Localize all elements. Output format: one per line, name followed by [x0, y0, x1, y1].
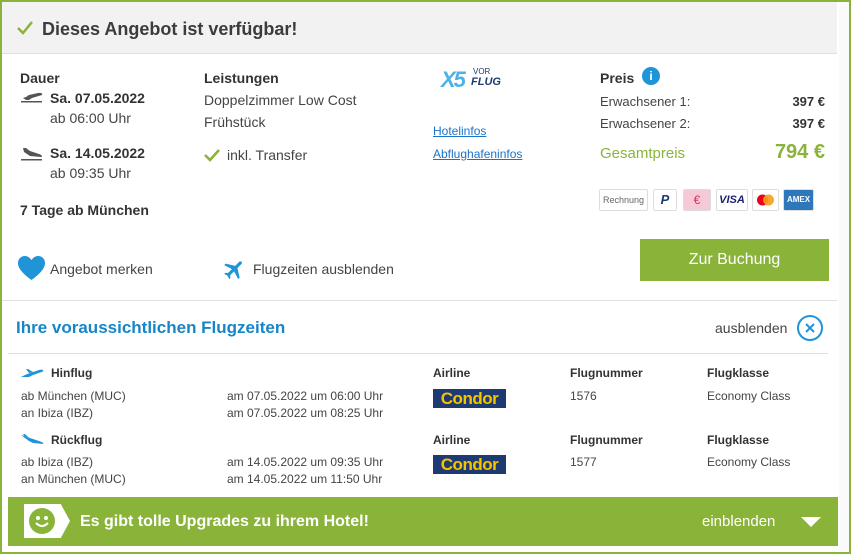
return-flightno-header: Flugnummer [570, 433, 643, 447]
transfer-check-icon [204, 149, 220, 162]
chevron-down-icon[interactable] [801, 517, 821, 527]
outbound-plane-icon [21, 369, 44, 377]
smiley-face-icon [35, 516, 49, 527]
return-label: Rückflug [51, 433, 103, 447]
operator-logo-vor: VOR [473, 67, 491, 76]
upgrade-message: Es gibt tolle Upgrades zu ihrem Hotel! [80, 513, 369, 530]
adult2-label: Erwachsener 2: [600, 116, 691, 131]
services-label: Leistungen [204, 70, 279, 86]
payment-amex-icon: AMEX [783, 189, 814, 211]
upgrade-banner[interactable]: Es gibt tolle Upgrades zu ihrem Hotel! e… [8, 497, 838, 546]
payment-visa-icon: VISA [716, 189, 748, 211]
operator-logo-mark: X5 [441, 67, 466, 92]
outbound-flightno-header: Flugnummer [570, 366, 643, 380]
payment-invoice: Rechnung [599, 189, 648, 211]
close-icon [805, 323, 815, 333]
room-type: Doppelzimmer Low Cost [204, 92, 357, 108]
airport-info-link[interactable]: Abflughafeninfos [433, 147, 522, 161]
transfer-included: inkl. Transfer [227, 147, 308, 163]
return-time: ab 09:35 Uhr [50, 165, 131, 181]
adult1-label: Erwachsener 1: [600, 94, 691, 109]
return-departure: am 14.05.2022 um 09:35 Uhr [227, 455, 384, 469]
flight-times-title: Ihre voraussichtlichen Flugzeiten [16, 318, 286, 337]
remember-offer-button[interactable]: Angebot merken [50, 261, 153, 277]
price-label: Preis [600, 70, 635, 86]
outbound-flight-class: Economy Class [707, 389, 791, 403]
return-flight-number: 1577 [570, 455, 597, 469]
return-to: an München (MUC) [21, 472, 126, 486]
outbound-to: an Ibiza (IBZ) [21, 406, 94, 420]
check-icon [17, 21, 33, 35]
outbound-from: ab München (MUC) [21, 389, 126, 403]
operator-logo-flug: FLUG [471, 76, 501, 88]
flight-times-hide-label[interactable]: ausblenden [715, 320, 787, 336]
outbound-arrival: am 07.05.2022 um 08:25 Uhr [227, 406, 384, 420]
upgrade-show-label[interactable]: einblenden [702, 513, 775, 530]
return-plane-icon [21, 434, 44, 444]
outbound-date: Sa. 07.05.2022 [50, 90, 145, 106]
scrollbar-track[interactable] [839, 2, 849, 552]
outbound-label: Hinflug [51, 366, 93, 380]
price-info-icon[interactable]: i [642, 67, 660, 85]
takeoff-plane-icon [21, 92, 43, 103]
availability-title: Dieses Angebot ist verfügbar! [42, 19, 298, 39]
section-divider [2, 300, 837, 301]
mastercard-circles-icon [757, 194, 774, 206]
book-button[interactable]: Zur Buchung [640, 239, 829, 281]
duration-label: Dauer [20, 70, 60, 86]
outbound-time: ab 06:00 Uhr [50, 110, 131, 126]
landing-plane-icon [21, 148, 43, 161]
outbound-airline-header: Airline [433, 366, 471, 380]
availability-header: Dieses Angebot ist verfügbar! [2, 2, 837, 54]
payment-sofort-icon: € [683, 189, 711, 211]
hotel-info-link[interactable]: Hotelinfos [433, 124, 486, 138]
return-date: Sa. 14.05.2022 [50, 145, 145, 161]
total-price-label: Gesamtpreis [600, 145, 686, 162]
return-airline-header: Airline [433, 433, 471, 447]
close-circle-icon[interactable] [797, 315, 823, 341]
total-price-value: 794 € [774, 141, 825, 163]
payment-paypal-icon: P [653, 189, 677, 211]
outbound-airline-logo: Condor [433, 389, 506, 408]
return-from: ab Ibiza (IBZ) [21, 455, 94, 469]
airplane-icon[interactable] [222, 257, 247, 282]
smiley-badge [24, 504, 70, 538]
return-arrival: am 14.05.2022 um 11:50 Uhr [227, 472, 383, 486]
return-class-header: Flugklasse [707, 433, 770, 447]
outbound-flight-number: 1576 [570, 389, 597, 403]
outbound-departure: am 07.05.2022 um 06:00 Uhr [227, 389, 384, 403]
heart-icon[interactable] [18, 256, 45, 281]
payment-mastercard-icon [752, 189, 779, 211]
return-airline-logo: Condor [433, 455, 506, 474]
return-flight-class: Economy Class [707, 455, 791, 469]
operator-logo: X5 VOR FLUG [441, 67, 501, 92]
smiley-icon [29, 508, 55, 534]
adult1-price: 397 € [792, 94, 825, 109]
flight-divider [8, 353, 828, 354]
adult2-price: 397 € [792, 116, 825, 131]
hide-flights-toggle[interactable]: Flugzeiten ausblenden [253, 261, 394, 277]
outbound-class-header: Flugklasse [707, 366, 770, 380]
trip-summary: 7 Tage ab München [20, 202, 149, 218]
board-type: Frühstück [204, 114, 266, 130]
